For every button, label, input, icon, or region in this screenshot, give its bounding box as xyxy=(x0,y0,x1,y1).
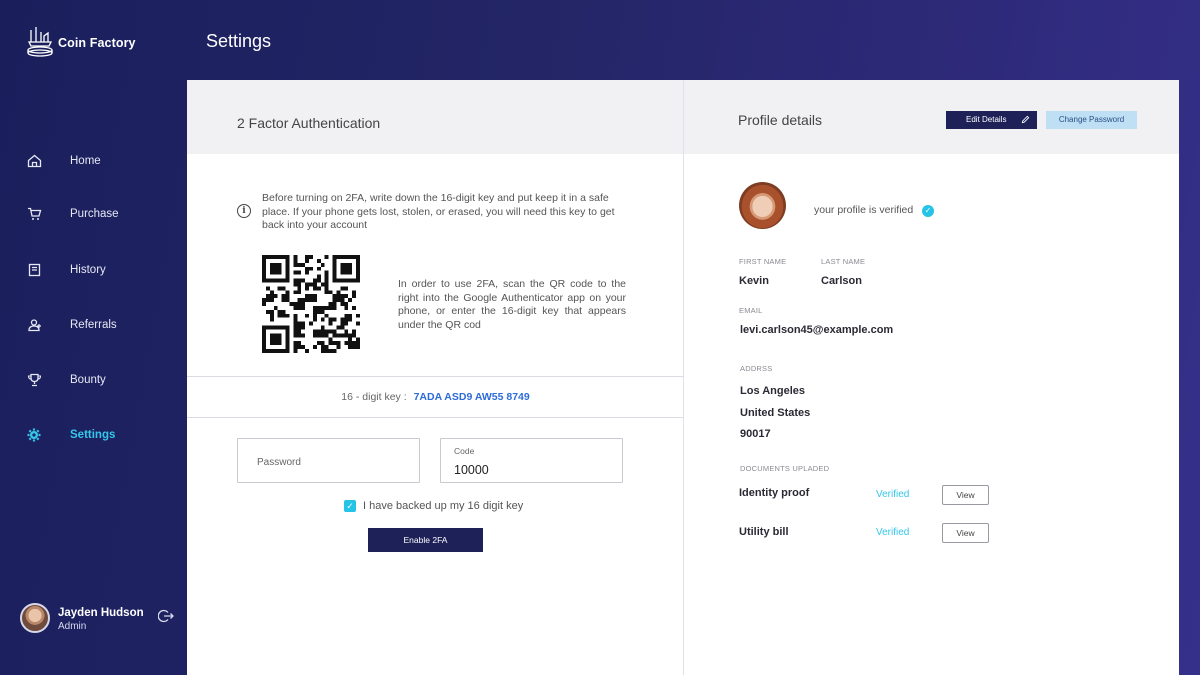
first-name-label: FIRST NAME xyxy=(739,257,787,266)
key-label: 16 - digit key : xyxy=(341,391,407,403)
sidebar-item-bounty[interactable]: Bounty xyxy=(0,362,187,398)
profile-header: Profile details Edit Details Change Pass… xyxy=(684,80,1179,154)
logout-icon[interactable] xyxy=(157,608,174,624)
code-value: 10000 xyxy=(454,463,489,477)
password-placeholder: Password xyxy=(257,457,301,468)
divider xyxy=(187,376,684,377)
profile-avatar[interactable] xyxy=(739,182,786,229)
edit-details-label: Edit Details xyxy=(966,115,1007,124)
info-icon: i xyxy=(237,204,251,218)
two-factor-title: 2 Factor Authentication xyxy=(237,115,381,131)
app-name: Coin Factory xyxy=(58,36,136,50)
app-logo[interactable]: Coin Factory xyxy=(26,24,136,58)
sidebar-item-home[interactable]: Home xyxy=(0,143,187,179)
settings-card: 2 Factor Authentication i Before turning… xyxy=(187,80,1179,675)
address-city: Los Angeles xyxy=(740,385,805,397)
sidebar-item-label: History xyxy=(70,264,106,276)
qr-instructions: In order to use 2FA, scan the QR code to… xyxy=(398,278,626,331)
last-name-value: Carlson xyxy=(821,275,862,287)
sidebar: Coin Factory Home Purchase History Refer… xyxy=(0,0,187,675)
last-name-label: LAST NAME xyxy=(821,257,866,266)
factory-logo-icon xyxy=(26,24,56,58)
document-status: Verified xyxy=(876,489,910,500)
code-label: Code xyxy=(454,446,475,456)
sidebar-item-label: Home xyxy=(70,155,101,167)
sidebar-item-settings[interactable]: Settings xyxy=(0,417,187,453)
address-country: United States xyxy=(740,407,811,419)
user-role: Admin xyxy=(58,621,87,632)
trophy-icon xyxy=(26,372,42,388)
home-icon xyxy=(26,153,42,169)
pencil-icon xyxy=(1021,115,1030,124)
address-zip: 90017 xyxy=(740,428,771,440)
backup-label: I have backed up my 16 digit key xyxy=(363,500,524,512)
cart-icon xyxy=(26,206,42,222)
gear-icon xyxy=(26,427,42,443)
backup-checkbox[interactable]: ✓ xyxy=(344,500,356,512)
profile-title: Profile details xyxy=(738,112,823,128)
document-name: Utility bill xyxy=(739,526,789,538)
sidebar-item-referrals[interactable]: Referrals xyxy=(0,307,187,343)
page-title: Settings xyxy=(206,31,272,51)
qr-code xyxy=(262,255,360,353)
code-field[interactable]: Code 10000 xyxy=(440,438,623,483)
sidebar-item-purchase[interactable]: Purchase xyxy=(0,196,187,232)
user-name: Jayden Hudson xyxy=(58,607,144,619)
sidebar-item-label: Bounty xyxy=(70,374,106,386)
first-name-value: Kevin xyxy=(739,275,769,287)
sidebar-item-history[interactable]: History xyxy=(0,252,187,288)
documents-label: DOCUMENTS UPLADED xyxy=(740,464,830,473)
view-utility-bill-button[interactable]: View xyxy=(942,523,989,543)
two-factor-panel: 2 Factor Authentication i Before turning… xyxy=(187,80,684,675)
document-status: Verified xyxy=(876,527,910,538)
password-field[interactable]: Password xyxy=(237,438,420,483)
divider xyxy=(187,417,684,418)
check-circle-icon: ✓ xyxy=(922,205,934,217)
sidebar-item-label: Settings xyxy=(70,429,116,441)
referrals-icon xyxy=(26,317,42,333)
sidebar-item-label: Referrals xyxy=(70,319,117,331)
book-icon xyxy=(26,262,42,278)
key-value: 7ADA ASD9 AW55 8749 xyxy=(413,391,530,403)
sidebar-item-label: Purchase xyxy=(70,208,119,220)
verified-text: your profile is verified xyxy=(814,204,914,216)
edit-details-button[interactable]: Edit Details xyxy=(946,111,1037,129)
view-identity-proof-button[interactable]: View xyxy=(942,485,989,505)
two-factor-header: 2 Factor Authentication xyxy=(187,80,683,154)
email-value: levi.carlson45@example.com xyxy=(740,324,894,336)
email-label: EMAIL xyxy=(739,306,763,315)
two-factor-info: Before turning on 2FA, write down the 16… xyxy=(262,192,615,231)
change-password-button[interactable]: Change Password xyxy=(1046,111,1137,129)
avatar[interactable] xyxy=(20,603,50,633)
profile-panel: Profile details Edit Details Change Pass… xyxy=(684,80,1179,675)
document-name: Identity proof xyxy=(739,487,810,499)
key-row: 16 - digit key : 7ADA ASD9 AW55 8749 xyxy=(187,391,684,403)
address-label: ADDRSS xyxy=(740,364,773,373)
current-user: Jayden Hudson Admin xyxy=(20,603,180,635)
enable-2fa-button[interactable]: Enable 2FA xyxy=(368,528,483,552)
